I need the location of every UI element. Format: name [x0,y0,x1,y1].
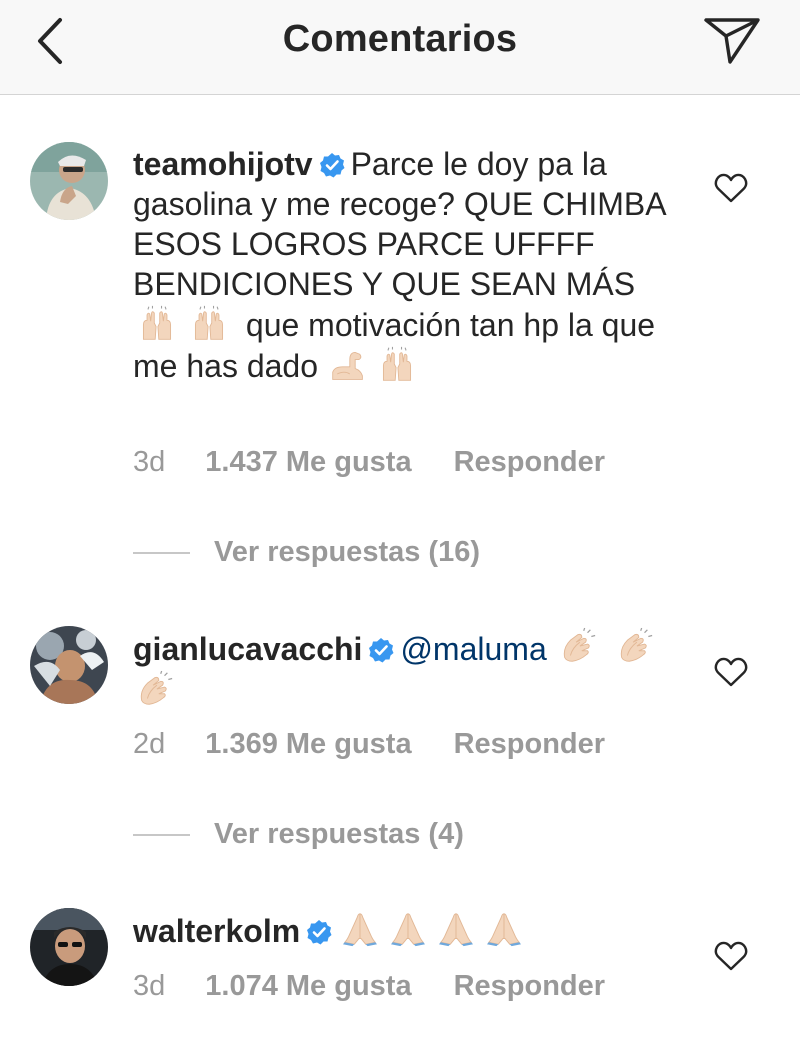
clapping-hands-emoji [133,669,177,709]
comment-time: 2d [133,728,166,760]
heart-outline-icon[interactable] [714,656,748,688]
comment-username[interactable]: teamohijotv [133,146,313,182]
verified-badge-icon [368,637,394,663]
clapping-hands-emoji [613,626,657,666]
comment-likes[interactable]: 1.369 Me gusta [205,728,411,760]
avatar[interactable] [30,626,108,704]
raised-hands-emoji [133,304,181,342]
reply-button[interactable]: Responder [454,970,605,1002]
raised-hands-emoji [185,304,233,342]
folded-hands-emoji [434,910,478,948]
page-title: Comentarios [282,18,518,60]
paper-plane-icon[interactable] [702,12,762,68]
verified-badge-icon [306,919,332,945]
replies-divider-line [133,834,190,837]
folded-hands-emoji [482,910,526,948]
flexed-biceps-emoji [327,347,369,383]
comment-username[interactable]: walterkolm [133,913,300,949]
avatar[interactable] [30,908,108,986]
avatar[interactable] [30,142,108,220]
heart-outline-icon[interactable] [714,172,748,204]
reply-button[interactable]: Responder [454,446,605,478]
view-replies-button[interactable]: Ver respuestas (16) [133,536,480,569]
raised-hands-emoji [373,345,421,383]
view-replies-label: Ver respuestas (4) [214,818,464,850]
comment-meta: 3d 1.074 Me gusta Responder [133,970,605,1003]
replies-divider-line [133,552,190,555]
comment-text: gianlucavacchi @maluma [133,626,693,712]
comment-time: 3d [133,970,166,1002]
mention-link[interactable]: @maluma [400,631,546,667]
comment-text: teamohijotv Parce le doy pa la gasolina y… [133,144,693,386]
comment-text: walterkolm [133,910,693,951]
verified-badge-icon [319,152,345,178]
view-replies-button[interactable]: Ver respuestas (4) [133,818,464,851]
comment-meta: 2d 1.369 Me gusta Responder [133,728,605,761]
comment-username[interactable]: gianlucavacchi [133,631,362,667]
top-bar: Comentarios [0,0,800,95]
folded-hands-emoji [386,910,430,948]
view-replies-label: Ver respuestas (16) [214,536,480,568]
comment-meta: 3d 1.437 Me gusta Responder [133,446,605,479]
folded-hands-emoji [338,910,382,948]
comment-time: 3d [133,446,166,478]
comment-likes[interactable]: 1.437 Me gusta [205,446,411,478]
clapping-hands-emoji [556,626,600,666]
comment-likes[interactable]: 1.074 Me gusta [205,970,411,1002]
heart-outline-icon[interactable] [714,940,748,972]
reply-button[interactable]: Responder [454,728,605,760]
